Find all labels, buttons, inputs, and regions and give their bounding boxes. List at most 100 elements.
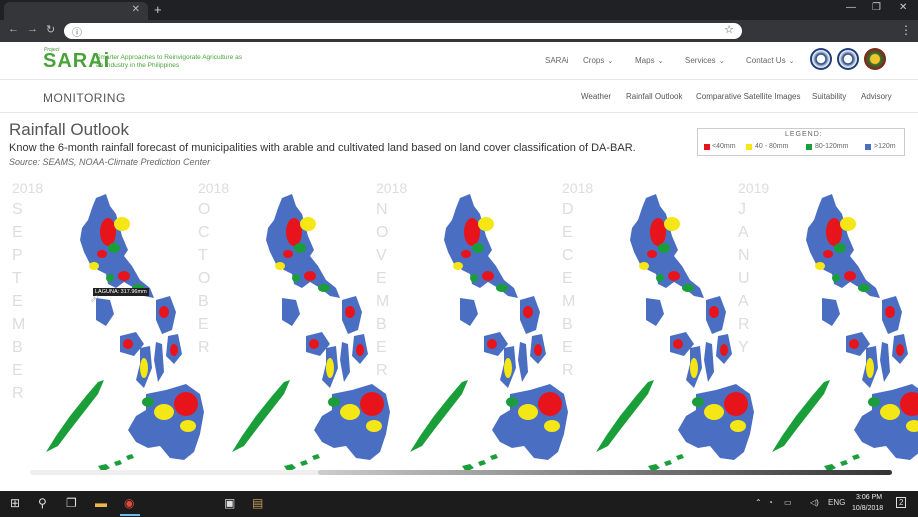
- rain-zone-red[interactable]: [174, 392, 198, 416]
- rain-zone-red[interactable]: [170, 344, 178, 356]
- philippines-map[interactable]: [222, 184, 398, 476]
- rain-zone-yellow[interactable]: [815, 262, 825, 270]
- window-close-icon[interactable]: ✕: [899, 2, 907, 13]
- nav-contact[interactable]: Contact Us ⌄: [746, 56, 794, 65]
- mindoro-region[interactable]: [282, 298, 300, 326]
- rain-zone-red[interactable]: [896, 344, 904, 356]
- tray-expand-icon[interactable]: ⌃: [755, 498, 762, 507]
- clock-time[interactable]: 3:06 PM: [856, 494, 882, 501]
- rain-zone-green[interactable]: [692, 397, 704, 407]
- browser-tab[interactable]: ✕: [4, 2, 148, 20]
- rain-zone-yellow[interactable]: [340, 404, 360, 420]
- site-info-icon[interactable]: ⓘ: [72, 24, 82, 39]
- rain-zone-red[interactable]: [823, 250, 833, 258]
- start-icon[interactable]: ⊞: [10, 496, 20, 510]
- chrome-icon[interactable]: ◉: [124, 496, 134, 510]
- rain-zone-yellow[interactable]: [478, 217, 494, 231]
- subnav-satellite-images[interactable]: Comparative Satellite Images: [696, 92, 801, 101]
- app-icon[interactable]: ▣: [224, 496, 235, 510]
- file-explorer-icon[interactable]: ▬: [95, 496, 107, 510]
- rain-zone-red[interactable]: [668, 271, 680, 281]
- palawan-region[interactable]: [232, 380, 290, 452]
- rain-zone-green[interactable]: [292, 274, 300, 282]
- volume-icon[interactable]: ◁): [810, 498, 819, 507]
- rain-zone-red[interactable]: [826, 218, 842, 246]
- rain-zone-red[interactable]: [309, 339, 319, 349]
- palawan-region[interactable]: [596, 380, 654, 452]
- language-indicator[interactable]: ENG: [828, 498, 845, 507]
- rain-zone-yellow[interactable]: [180, 420, 196, 432]
- rain-zone-red[interactable]: [650, 218, 666, 246]
- bookmark-star-icon[interactable]: ☆: [724, 23, 734, 36]
- rain-zone-green[interactable]: [834, 243, 846, 253]
- back-icon[interactable]: ←: [8, 23, 19, 35]
- rain-zone-yellow[interactable]: [704, 404, 724, 420]
- cebu-region[interactable]: [704, 342, 714, 382]
- rain-zone-yellow[interactable]: [880, 404, 900, 420]
- rain-zone-green[interactable]: [318, 284, 330, 292]
- rain-zone-yellow[interactable]: [518, 404, 538, 420]
- rain-zone-green[interactable]: [496, 284, 508, 292]
- app-icon[interactable]: ▤: [252, 496, 263, 510]
- rain-zone-green[interactable]: [328, 397, 340, 407]
- clock-date[interactable]: 10/8/2018: [852, 505, 883, 512]
- rain-zone-yellow[interactable]: [114, 217, 130, 231]
- rain-zone-green[interactable]: [656, 274, 664, 282]
- notification-badge[interactable]: 2: [896, 497, 907, 508]
- rain-zone-red[interactable]: [356, 344, 364, 356]
- rain-zone-green[interactable]: [832, 274, 840, 282]
- rain-zone-green[interactable]: [682, 284, 694, 292]
- rain-zone-yellow[interactable]: [690, 358, 698, 378]
- rain-zone-red[interactable]: [720, 344, 728, 356]
- rain-zone-yellow[interactable]: [154, 404, 174, 420]
- rain-zone-red[interactable]: [461, 250, 471, 258]
- rain-zone-red[interactable]: [464, 218, 480, 246]
- battery-icon[interactable]: ▭: [784, 498, 792, 507]
- rain-zone-yellow[interactable]: [275, 262, 285, 270]
- rain-zone-green[interactable]: [142, 397, 154, 407]
- rain-zone-red[interactable]: [283, 250, 293, 258]
- mindoro-region[interactable]: [460, 298, 478, 326]
- rain-zone-red[interactable]: [538, 392, 562, 416]
- rain-zone-green[interactable]: [472, 243, 484, 253]
- rain-zone-yellow[interactable]: [89, 262, 99, 270]
- rain-zone-green[interactable]: [470, 274, 478, 282]
- rain-zone-red[interactable]: [345, 306, 355, 318]
- subnav-weather[interactable]: Weather: [581, 92, 611, 101]
- cebu-region[interactable]: [154, 342, 164, 382]
- rain-zone-red[interactable]: [849, 339, 859, 349]
- philippines-map[interactable]: [400, 184, 576, 476]
- rain-zone-yellow[interactable]: [300, 217, 316, 231]
- cebu-region[interactable]: [518, 342, 528, 382]
- network-icon[interactable]: ◔: [768, 498, 773, 507]
- nav-crops[interactable]: Crops ⌄: [583, 56, 613, 65]
- nav-maps[interactable]: Maps ⌄: [635, 56, 663, 65]
- subnav-rainfall-outlook[interactable]: Rainfall Outlook: [626, 92, 682, 101]
- palawan-region[interactable]: [46, 380, 104, 452]
- rain-zone-red[interactable]: [844, 271, 856, 281]
- cebu-region[interactable]: [880, 342, 890, 382]
- forward-icon[interactable]: →: [27, 23, 38, 35]
- rain-zone-red[interactable]: [885, 306, 895, 318]
- rain-zone-green[interactable]: [658, 243, 670, 253]
- rain-zone-green[interactable]: [868, 397, 880, 407]
- rain-zone-green[interactable]: [108, 243, 120, 253]
- address-bar[interactable]: ⓘ ☆: [64, 23, 742, 39]
- new-tab-icon[interactable]: +: [154, 2, 162, 17]
- subnav-advisory[interactable]: Advisory: [861, 92, 892, 101]
- reload-icon[interactable]: ↻: [46, 23, 55, 36]
- rain-zone-yellow[interactable]: [664, 217, 680, 231]
- rain-zone-yellow[interactable]: [326, 358, 334, 378]
- rain-zone-red[interactable]: [482, 271, 494, 281]
- rain-zone-red[interactable]: [100, 218, 116, 246]
- rain-zone-yellow[interactable]: [544, 420, 560, 432]
- rain-zone-red[interactable]: [123, 339, 133, 349]
- search-icon[interactable]: ⚲: [38, 496, 47, 510]
- mindoro-region[interactable]: [646, 298, 664, 326]
- task-view-icon[interactable]: ❐: [66, 496, 77, 510]
- rain-zone-red[interactable]: [523, 306, 533, 318]
- rain-zone-green[interactable]: [106, 274, 114, 282]
- cebu-region[interactable]: [340, 342, 350, 382]
- rain-zone-red[interactable]: [487, 339, 497, 349]
- philippines-map[interactable]: [36, 184, 212, 476]
